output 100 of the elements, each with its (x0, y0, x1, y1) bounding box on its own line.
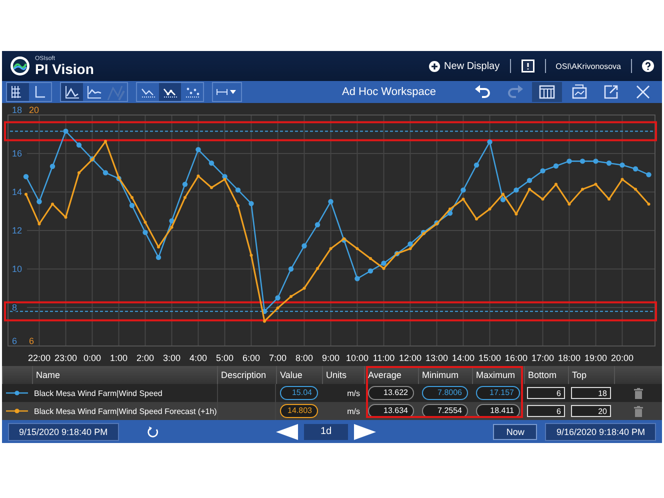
forward-arrow-icon[interactable] (354, 424, 376, 440)
data-point (76, 142, 82, 148)
now-button[interactable]: Now (493, 424, 538, 440)
data-point (369, 257, 372, 260)
units-text: m/s (346, 406, 361, 416)
stat-pill: 7.8006 (422, 386, 468, 400)
data-point (620, 162, 625, 168)
workspace-title: Ad Hoc Workspace (341, 86, 437, 98)
axis-label: 12 (12, 226, 22, 236)
stat-pill: 17.157 (476, 386, 520, 400)
start-time-button[interactable]: 9/15/2020 9:18:40 PM (8, 422, 119, 440)
feedback-icon[interactable] (520, 59, 535, 73)
data-point (184, 196, 186, 199)
data-point (263, 320, 266, 323)
data-point (593, 158, 598, 164)
data-point (647, 202, 650, 206)
data-point (581, 188, 584, 191)
new-display-button[interactable]: New Display (429, 60, 500, 72)
data-point (475, 217, 478, 220)
axis-label: 8:00 (295, 353, 314, 363)
axis-label: 7:00 (268, 353, 287, 363)
data-point (474, 162, 480, 168)
data-point (488, 208, 492, 211)
data-point (129, 202, 135, 208)
data-point (540, 168, 546, 174)
data-point (553, 163, 559, 169)
data-point (634, 188, 637, 191)
user-name[interactable]: OSI\AKrivonosova (556, 62, 621, 70)
trash-icon[interactable] (634, 388, 642, 398)
data-point (51, 202, 54, 206)
axis-label: 14:00 (452, 353, 475, 363)
data-point (606, 160, 612, 166)
data-point (24, 192, 28, 196)
data-point (541, 198, 544, 201)
axis-label: 5:00 (216, 353, 234, 363)
axis-label: 15:00 (478, 353, 502, 363)
data-point (580, 158, 586, 164)
data-point (144, 220, 147, 224)
line-dots-button[interactable] (159, 83, 181, 101)
data-point (290, 295, 292, 298)
axis-label: 4:00 (189, 353, 208, 363)
duration-field[interactable]: 1d (304, 424, 348, 440)
data-point (276, 306, 280, 310)
top-field[interactable]: 18 (571, 387, 611, 399)
axis-label: 1:00 (110, 353, 128, 363)
back-arrow-icon[interactable] (276, 424, 298, 440)
data-point (302, 243, 307, 248)
series-name: Black Mesa Wind Farm|Wind Speed Forecast (+1h) (33, 406, 217, 416)
data-point (514, 187, 519, 193)
bottom-field[interactable]: 6 (527, 387, 565, 399)
axis-label: 23:00 (54, 353, 78, 363)
line-chart-icon (63, 83, 81, 101)
data-point (568, 202, 571, 206)
stat-pill: 13.622 (368, 386, 414, 400)
axis-label: 6:00 (242, 353, 260, 363)
data-point (620, 178, 624, 181)
axis-label: 6 (29, 336, 34, 346)
stacked-traces-button[interactable] (7, 83, 29, 101)
export-icon (602, 83, 620, 101)
data-point (23, 174, 29, 180)
data-point (130, 196, 134, 199)
axis-label: 17:00 (531, 353, 554, 363)
table-button[interactable] (532, 82, 562, 102)
app-title: PI Vision (35, 62, 94, 76)
data-point (632, 166, 638, 172)
data-point (236, 204, 240, 208)
help-icon[interactable] (642, 60, 654, 72)
refresh-icon[interactable] (146, 426, 159, 438)
axis-label: 16 (12, 148, 22, 158)
axis-label: 20:00 (610, 353, 634, 363)
chart-window-icon (570, 83, 588, 101)
series-name: Black Mesa Wind Farm|Wind Speed (33, 388, 164, 398)
units-text: m/s (346, 388, 361, 398)
axis-label: 8 (12, 302, 18, 312)
data-point (50, 164, 56, 169)
data-point (514, 212, 518, 216)
close-icon (634, 83, 652, 101)
end-time-button[interactable]: 9/16/2020 9:18:40 PM (545, 422, 656, 440)
axis-label: 3:00 (162, 353, 181, 363)
data-point (196, 147, 201, 152)
data-point (78, 171, 80, 174)
bottom-field[interactable]: 6 (527, 405, 565, 417)
data-point (566, 158, 572, 164)
trash-icon[interactable] (634, 406, 642, 416)
axis-label: 2:00 (136, 353, 154, 363)
data-point (36, 199, 42, 204)
data-point (462, 198, 465, 201)
data-point (288, 266, 294, 272)
line-chart-button[interactable] (61, 83, 83, 101)
axis-label: 10 (12, 264, 22, 274)
data-point (156, 254, 162, 260)
top-field[interactable]: 20 (571, 405, 611, 417)
data-point (262, 308, 268, 314)
data-point (528, 188, 531, 191)
data-point (554, 182, 558, 186)
axis-label: 14 (12, 187, 22, 197)
data-point (316, 266, 319, 270)
data-point (210, 186, 213, 190)
axis-label: 13:00 (425, 353, 448, 363)
data-point (354, 276, 360, 282)
